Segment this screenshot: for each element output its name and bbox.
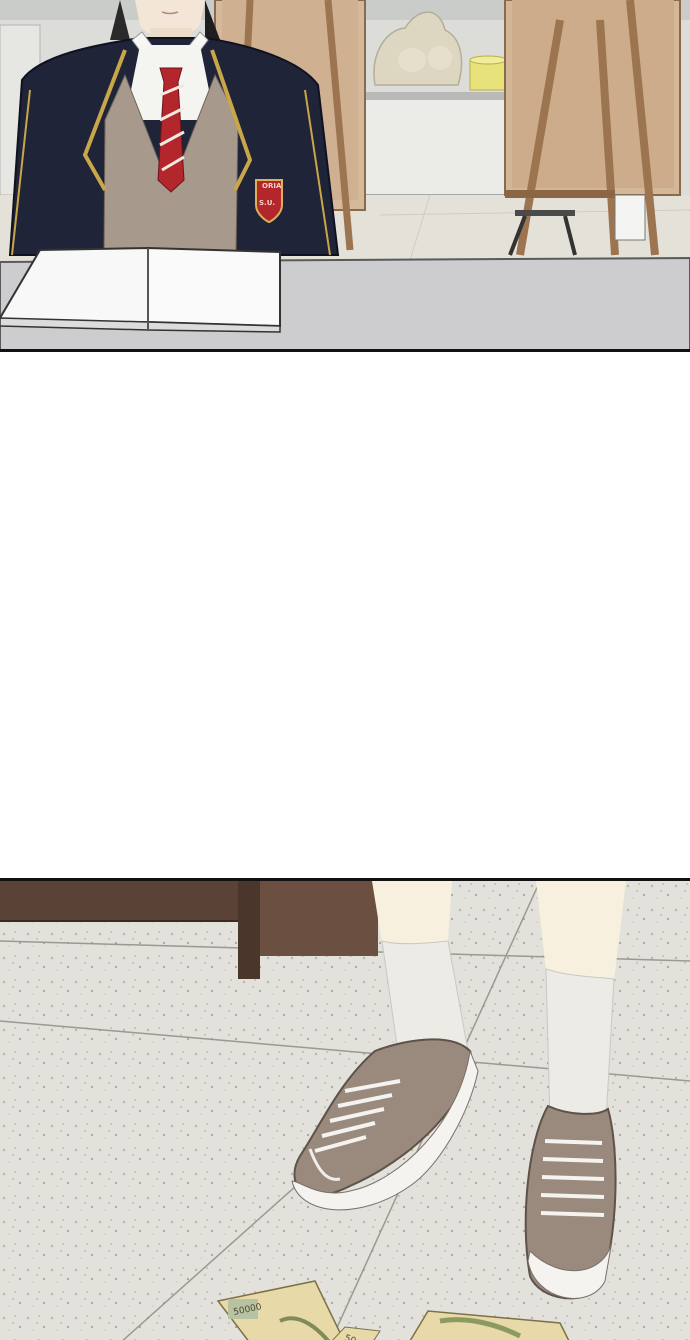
panel-3-illustration: 50000 50 [0,881,690,1340]
blank-panel [0,352,690,878]
panel-1-illustration: ORIA S.U. [0,0,690,349]
comic-panel-3: 50000 50 [0,878,690,1340]
crest-top-text: ORIA [262,182,282,190]
open-book [0,246,281,333]
comic-panel-1: ORIA S.U. [0,0,690,352]
yellow-bucket [469,55,507,91]
school-crest-icon: ORIA S.U. [255,179,283,224]
crest-text: S.U. [259,199,275,207]
right-sneaker [524,1104,617,1300]
cabinet [359,94,511,196]
